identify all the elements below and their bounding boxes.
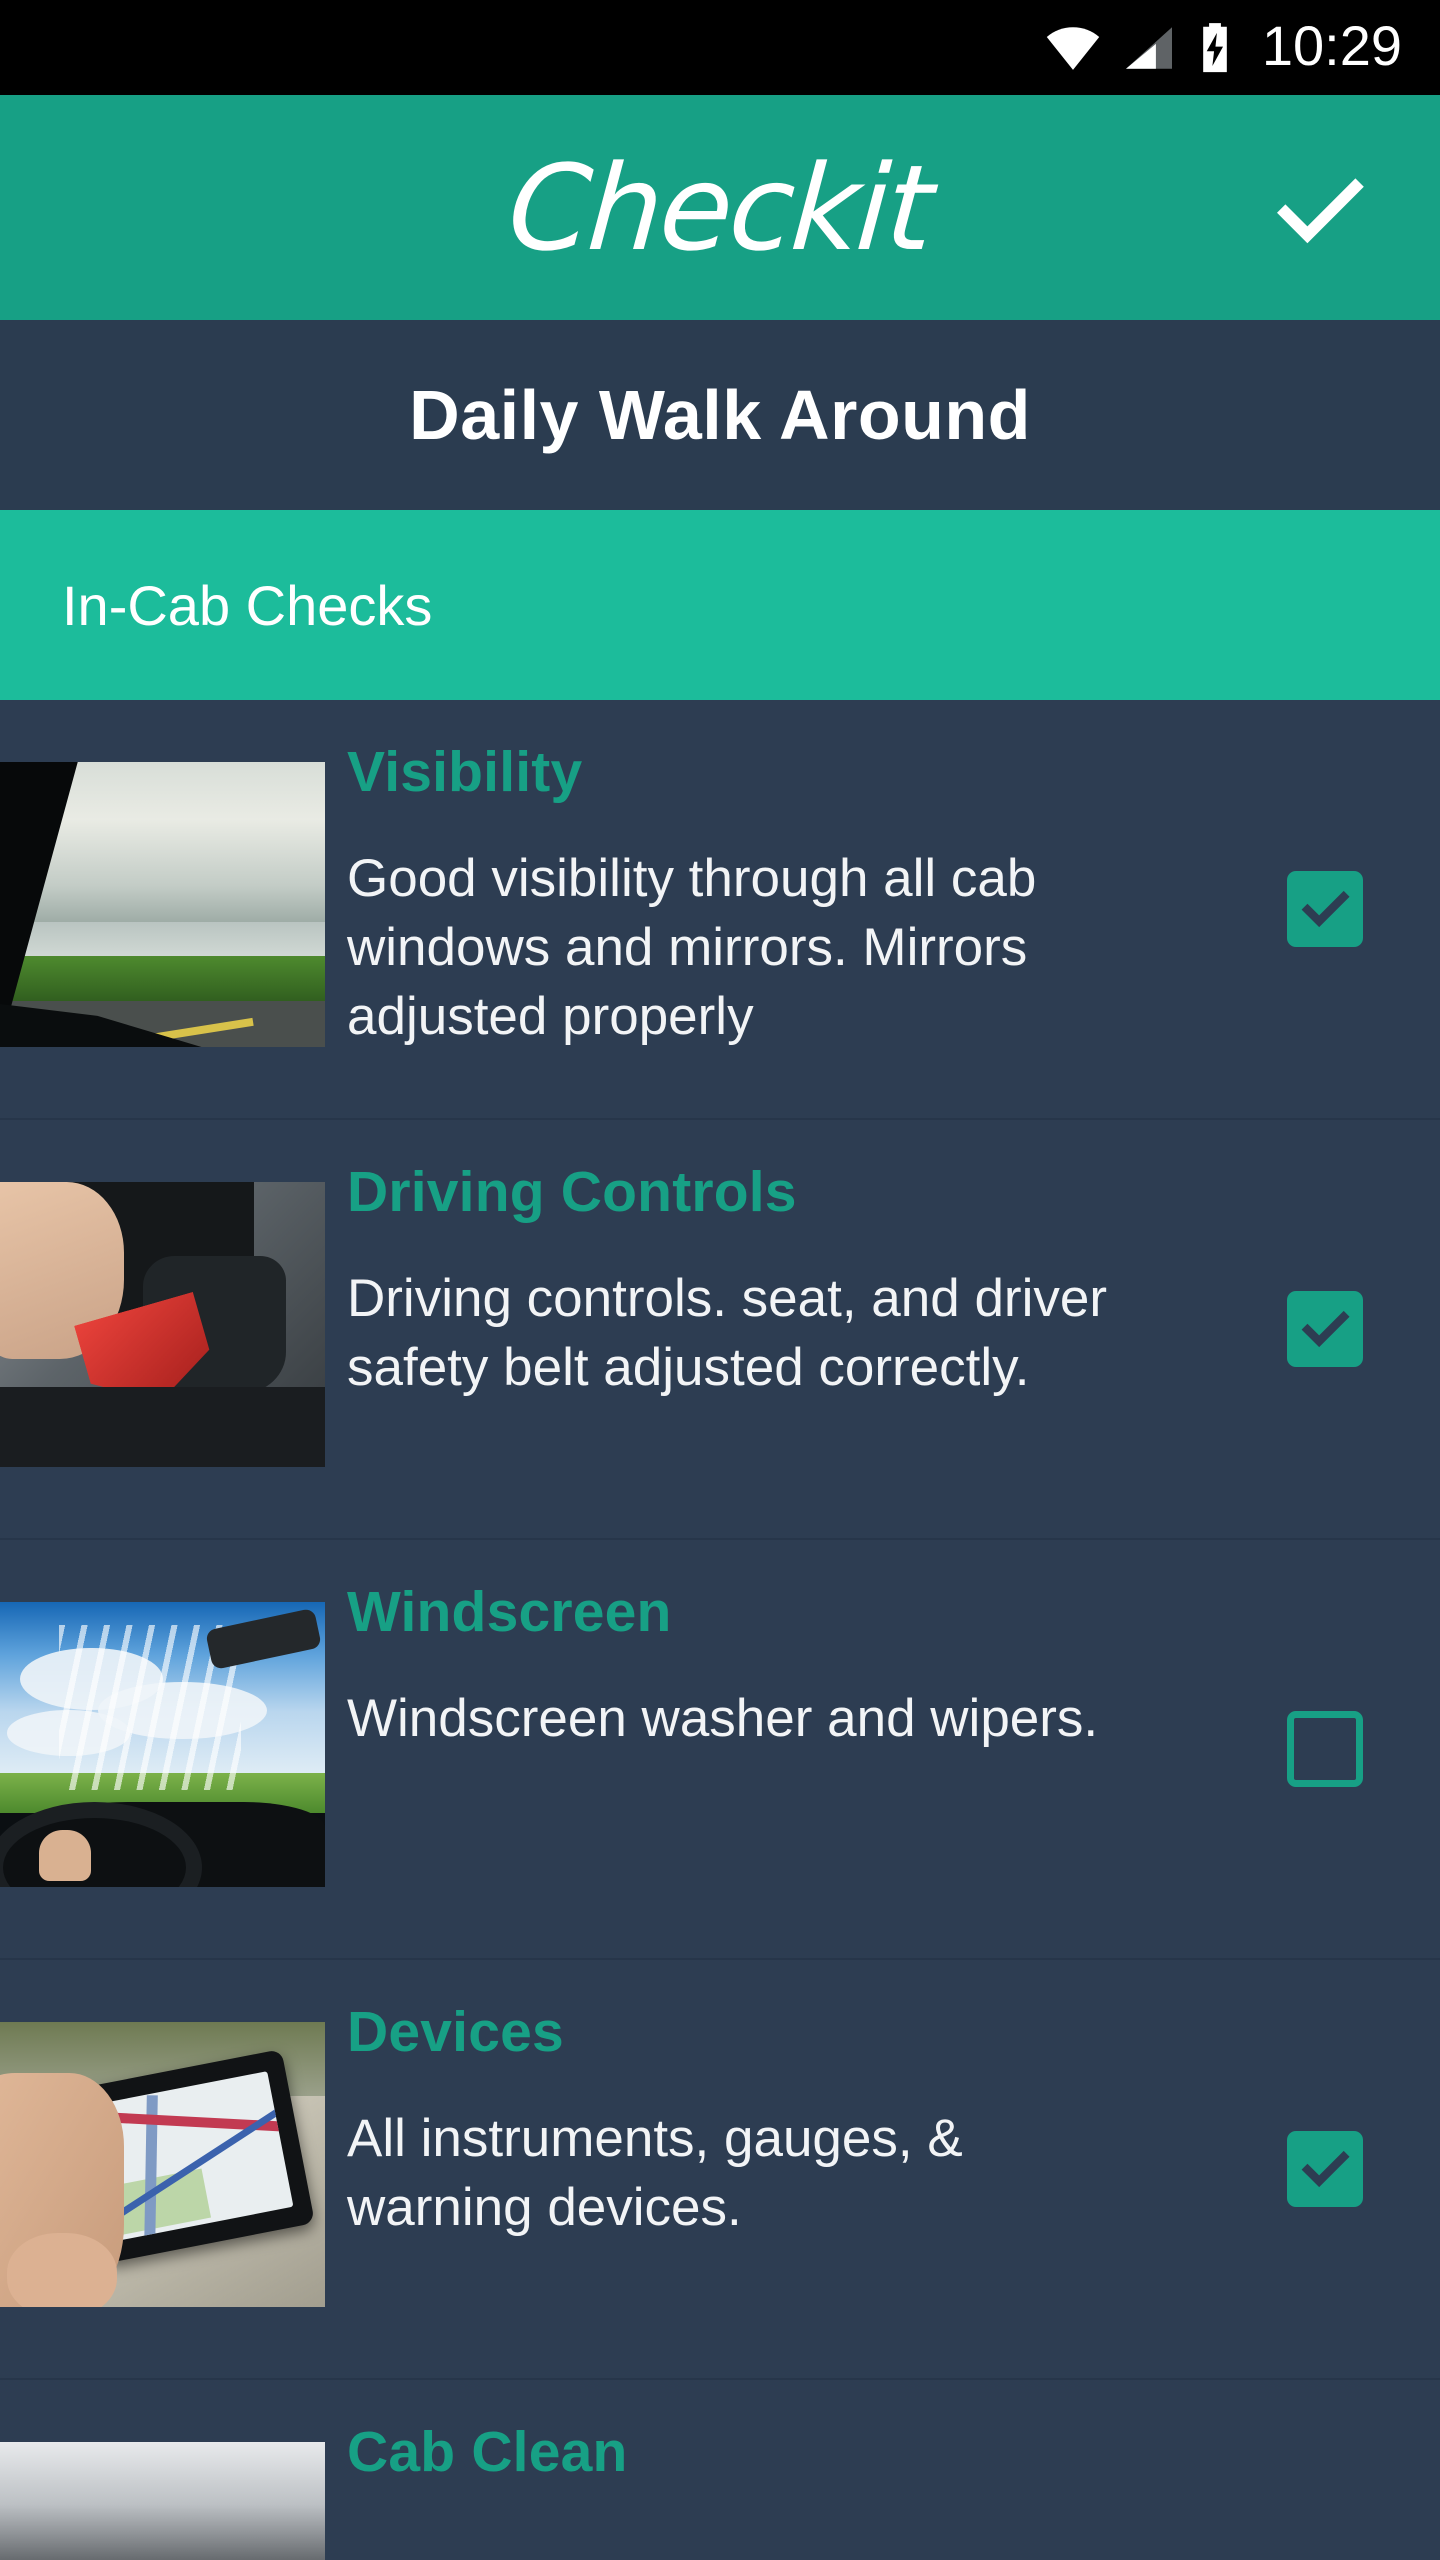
list-item-body: Cab Clean <box>325 2424 1250 2525</box>
list-item-title: Visibility <box>347 740 583 804</box>
list-item-thumbnail <box>0 1164 325 1467</box>
list-item-title: Devices <box>347 2000 564 2064</box>
list-item-thumbnail <box>0 2424 325 2560</box>
status-bar: 10:29 <box>0 0 1440 95</box>
list-item-body: Windscreen Windscreen washer and wipers. <box>325 1584 1250 1754</box>
list-item-thumbnail <box>0 744 325 1047</box>
list-item-body: Visibility Good visibility through all c… <box>325 744 1250 1052</box>
list-item-title: Cab Clean <box>347 2420 628 2484</box>
wifi-icon <box>1044 25 1102 71</box>
app-bar: Checkit <box>0 95 1440 320</box>
list-item-checkbox-wrap[interactable] <box>1250 1711 1440 1787</box>
list-item[interactable]: Visibility Good visibility through all c… <box>0 700 1440 1120</box>
app-logo: Checkit <box>504 138 936 277</box>
list-item-checkbox-wrap[interactable] <box>1250 1291 1440 1367</box>
list-item[interactable]: Devices All instruments, gauges, & warni… <box>0 1960 1440 2380</box>
list-item-checkbox-wrap[interactable] <box>1250 871 1440 947</box>
page-title-bar: Daily Walk Around <box>0 320 1440 510</box>
list-item-title: Driving Controls <box>347 1160 797 1224</box>
list-item-thumbnail <box>0 1584 325 1887</box>
list-item[interactable]: Driving Controls Driving controls. seat,… <box>0 1120 1440 1540</box>
status-bar-clock: 10:29 <box>1261 13 1402 77</box>
list-item-description: Driving controls. seat, and driver safet… <box>347 1269 1107 1397</box>
list-item[interactable]: Windscreen Windscreen washer and wipers. <box>0 1540 1440 1960</box>
list-item-body: Devices All instruments, gauges, & warni… <box>325 2004 1250 2243</box>
list-item-description: All instruments, gauges, & warning devic… <box>347 2109 963 2237</box>
checklist: Visibility Good visibility through all c… <box>0 700 1440 2560</box>
checkbox-checked[interactable] <box>1287 2131 1363 2207</box>
list-item-thumbnail <box>0 2004 325 2307</box>
list-item-checkbox-wrap[interactable] <box>1250 2131 1440 2207</box>
cellular-signal-icon <box>1122 25 1176 71</box>
checkbox-checked[interactable] <box>1287 1291 1363 1367</box>
section-header-in-cab-checks[interactable]: In-Cab Checks <box>0 510 1440 700</box>
checkbox-unchecked[interactable] <box>1287 1711 1363 1787</box>
confirm-check-button[interactable] <box>1266 153 1376 263</box>
list-item-description: Good visibility through all cab windows … <box>347 849 1037 1046</box>
list-item[interactable]: Cab Clean <box>0 2380 1440 2560</box>
page-title: Daily Walk Around <box>409 376 1031 454</box>
battery-charging-icon <box>1196 22 1234 74</box>
checkbox-checked[interactable] <box>1287 871 1363 947</box>
list-item-title: Windscreen <box>347 1580 672 1644</box>
list-item-description: Windscreen washer and wipers. <box>347 1689 1099 1748</box>
list-item-body: Driving Controls Driving controls. seat,… <box>325 1164 1250 1403</box>
section-header-label: In-Cab Checks <box>62 573 433 637</box>
